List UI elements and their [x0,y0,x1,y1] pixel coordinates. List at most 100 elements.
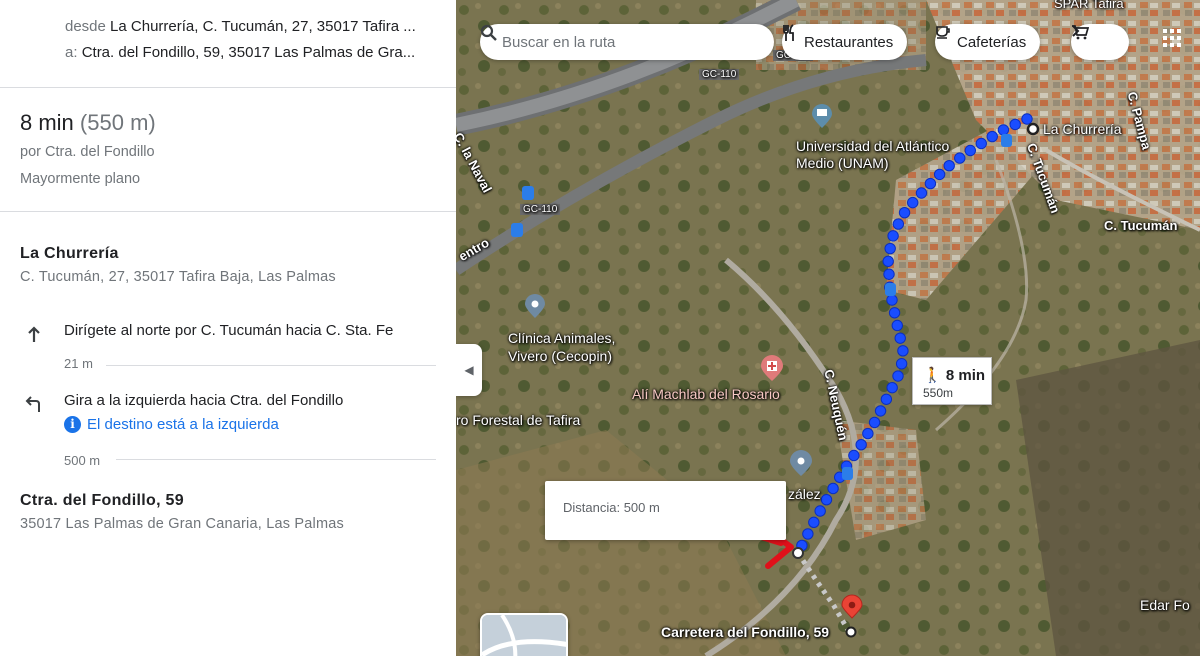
route-endpoints: desde La Churrería, C. Tucumán, 27, 3501… [0,0,456,88]
map-label-edar[interactable]: Edar Fo [1140,597,1190,613]
distance-measure-box: Distancia: 500 m [545,481,786,540]
route-dot [814,505,826,517]
route-time-line: 8 min (550 m) [20,109,456,137]
filter-cafeterias-label: Cafeterías [957,33,1027,51]
route-dot [892,218,905,230]
step-2-note-text: El destino está a la izquierda [87,416,279,433]
map-imagery [456,0,1200,656]
layers-thumbnail[interactable] [480,613,568,656]
route-time: 8 min [20,110,74,135]
route-dot [887,230,899,242]
destination-line[interactable]: a: Ctra. del Fondillo, 59, 35017 Las Pal… [65,44,427,62]
route-dot [884,242,896,255]
route-time-bubble[interactable]: 🚶 8 min 550m [912,357,992,405]
step-1-text: Dirígete al norte por C. Tucumán hacia C… [64,322,394,339]
route-dot [880,393,893,405]
origin-name: La Churrería [20,245,119,262]
distance-measure-text: Distancia: 500 m [563,500,660,515]
step-2-distance: 500 m [64,453,101,468]
collapse-panel-button[interactable]: ◀ [456,344,482,396]
route-dot [888,307,901,319]
route-dot [886,381,898,394]
step-2-text: Gira a la izquierda hacia Ctra. del Fond… [64,392,344,409]
info-icon: i [64,416,81,433]
route-dot [862,427,874,440]
more-filters-button[interactable] [1071,24,1129,60]
step-2-note[interactable]: i El destino está a la izquierda [64,416,279,433]
origin-address: C. Tucumán, 27, 35017 Tafira Baja, Las P… [20,269,336,285]
route-dot [868,416,881,429]
turn-left-icon [22,392,46,416]
route-bubble-distance: 550m [923,386,954,400]
route-dot [820,493,833,506]
step-1-distance: 21 m [64,356,93,371]
map-label-zalez[interactable]: zález [788,486,821,502]
map-label-la-churreria[interactable]: La Churrería [1043,121,1122,137]
route-dot [855,439,867,451]
route-dot [883,268,895,280]
map-label-c-tucuman: C. Tucumán [1104,218,1178,233]
route-search-input[interactable]: Buscar en la ruta [480,24,774,60]
destination-block[interactable]: Ctra. del Fondillo, 59 35017 Las Palmas … [0,492,344,532]
search-placeholder: Buscar en la ruta [502,33,616,51]
route-dot [895,358,908,370]
walking-icon: 🚶 [923,367,942,384]
route-dot [898,206,911,219]
route-dot [897,345,909,357]
route-dot [1021,113,1033,125]
map-label-gc110: GC-110 [520,204,561,215]
route-dot [915,187,928,199]
map-label-gc110: GC-110 [699,69,740,80]
step-1[interactable]: Dirígete al norte por C. Tucumán hacia C… [0,320,456,380]
arrow-up-icon [22,323,46,347]
route-bubble-time: 8 min [945,367,986,384]
filter-restaurants[interactable]: Restaurantes [782,24,908,60]
destination-marker[interactable] [845,626,857,638]
route-dot [964,144,977,157]
destination-name: Ctra. del Fondillo, 59 [20,492,184,509]
divider [116,459,436,460]
divider [106,365,436,366]
directions-panel: desde La Churrería, C. Tucumán, 27, 3501… [0,0,456,656]
step-2[interactable]: Gira a la izquierda hacia Ctra. del Fond… [0,390,456,470]
route-via: por Ctra. del Fondillo [20,144,155,160]
to-prefix: a: [65,44,78,61]
route-dot [997,124,1010,136]
filter-cafeterias[interactable]: Cafeterías [935,24,1041,60]
route-dot [986,130,998,143]
route-dot [1009,118,1021,131]
map-label-destination[interactable]: Carretera del Fondillo, 59 [661,624,829,640]
measure-point[interactable] [792,547,804,559]
route-dot [886,294,898,306]
origin-line[interactable]: desde La Churrería, C. Tucumán, 27, 3501… [65,18,427,36]
map-label-ali-machlab[interactable]: Alí Machlab del Rosario [632,386,780,402]
map-label-clinica[interactable]: Clínica Animales, Vivero (Cecopin) [508,329,615,365]
map-label-spar: SPAR Tafira [1054,0,1124,11]
from-prefix: desde [65,18,106,35]
satellite-map[interactable]: SPAR Tafira GC-110 GC-110 GC-110 C. Pamp… [456,0,1200,656]
origin-block[interactable]: La Churrería C. Tucumán, 27, 35017 Tafir… [0,245,336,285]
route-dot [894,332,906,344]
route-dot [975,137,987,150]
chevron-left-icon: ◀ [464,363,474,377]
map-label-universidad[interactable]: Universidad del Atlántico Medio (UNAM) [796,138,949,172]
route-dot [891,319,903,332]
route-dot [808,516,820,529]
filter-restaurants-label: Restaurantes [804,33,894,51]
destination-address: 35017 Las Palmas de Gran Canaria, Las Pa… [20,516,344,532]
route-dot [802,528,814,540]
apps-grid-icon[interactable] [1160,26,1184,50]
route-dot [954,152,966,164]
route-dot [882,255,894,267]
origin-marker[interactable] [1026,122,1040,136]
route-bubble-time-line: 🚶 8 min [923,366,991,384]
route-distance: (550 m) [79,110,156,135]
route-summary: 8 min (550 m) por Ctra. del Fondillo May… [0,88,456,212]
map-label-forestal[interactable]: ro Forestal de Tafira [456,412,580,428]
route-dot [874,405,887,417]
route-dot [848,449,860,462]
route-dot [827,482,839,495]
route-terrain: Mayormente plano [20,171,141,187]
destination-value: Ctra. del Fondillo, 59, 35017 Las Palmas… [81,44,416,61]
origin-value: La Churrería, C. Tucumán, 27, 35017 Tafi… [110,18,416,35]
